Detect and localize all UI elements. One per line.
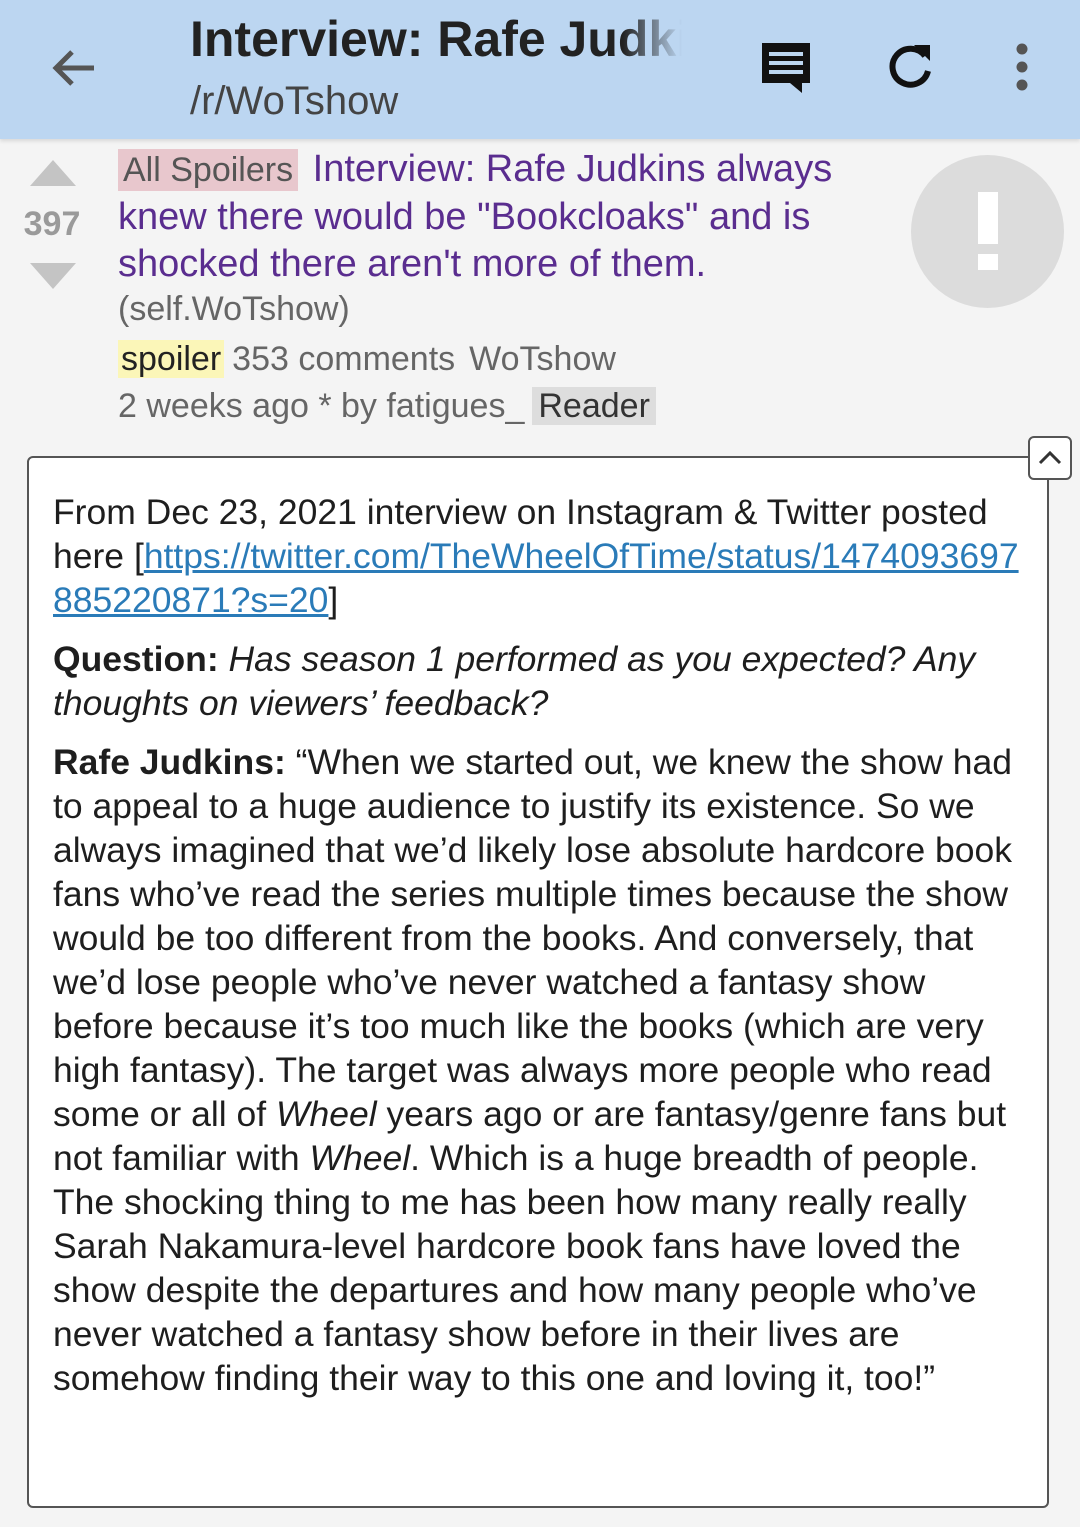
more-options-button[interactable] (990, 35, 1054, 99)
spoiler-badge: spoiler (118, 340, 225, 378)
post-age-author[interactable]: 2 weeks ago * by fatigues_ (118, 387, 524, 425)
link-bracket-close: ] (328, 580, 339, 620)
reader-badge: Reader (532, 387, 656, 425)
comments-button[interactable] (754, 35, 818, 99)
more-vert-icon (1016, 43, 1028, 91)
post-title-block[interactable]: All Spoilers Interview: Rafe Judkins alw… (118, 146, 878, 288)
collapse-selftext-button[interactable] (1028, 436, 1072, 480)
post-meta-line-1: spoiler 353 comments WoTshow (118, 340, 616, 379)
selftext-intro: From Dec 23, 2021 interview on Instagram… (53, 490, 1033, 622)
downvote-arrow-icon[interactable] (30, 263, 76, 289)
chevron-up-icon (1038, 450, 1062, 465)
flair-badge: All Spoilers (118, 149, 299, 191)
back-button[interactable] (44, 38, 104, 98)
refresh-button[interactable] (878, 35, 942, 99)
comments-icon (762, 43, 810, 93)
exclamation-icon (977, 191, 998, 270)
post-score: 397 (23, 205, 81, 243)
post-domain: (self.WoTshow) (118, 290, 350, 328)
post-thumbnail[interactable] (911, 155, 1064, 308)
comments-count-link[interactable]: 353 comments (232, 340, 455, 378)
subreddit-link[interactable]: WoTshow (469, 340, 616, 378)
refresh-icon (889, 45, 931, 88)
answer-label: Rafe Judkins: (53, 742, 286, 782)
back-arrow-icon (52, 50, 94, 86)
app-bar-title: Interview: Rafe Judkins always knew ther… (190, 11, 682, 67)
question-label: Question: (53, 639, 219, 679)
app-bar-subreddit[interactable]: /r/WoTshow (190, 79, 398, 124)
app-bar: Interview: Rafe Judkins always knew ther… (0, 0, 1080, 139)
answer-paragraph: Rafe Judkins: “When we started out, we k… (53, 740, 1033, 1400)
upvote-arrow-icon[interactable] (30, 160, 76, 186)
question-paragraph: Question: Has season 1 performed as you … (53, 637, 1033, 725)
answer-italic-2: Wheel (309, 1138, 411, 1178)
twitter-link[interactable]: https://twitter.com/TheWheelOfTime/statu… (53, 536, 1019, 620)
answer-text-1: “When we started out, we knew the show h… (53, 742, 1013, 1134)
link-bracket-open: [ (133, 536, 144, 576)
post-meta-line-2: 2 weeks ago * by fatigues_ Reader (118, 387, 656, 426)
answer-italic-1: Wheel (275, 1094, 377, 1134)
selftext-body: From Dec 23, 2021 interview on Instagram… (53, 490, 1033, 1415)
